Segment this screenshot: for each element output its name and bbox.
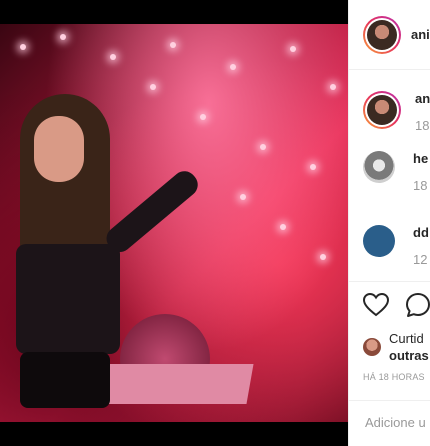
- comment-item: dd 12: [363, 225, 429, 267]
- avatar: [367, 95, 397, 125]
- black-top: [16, 244, 120, 354]
- comment-username[interactable]: dd: [413, 225, 429, 240]
- story-ring[interactable]: [363, 91, 401, 129]
- woman-figure: [10, 94, 203, 422]
- avatar[interactable]: [363, 151, 395, 183]
- instagram-post-modal: ani an 18 he 18 dd 12 Curtid outras HÁ 1…: [0, 0, 430, 446]
- comments-list: an 18 he 18 dd 12: [349, 71, 430, 281]
- post-photo[interactable]: [0, 24, 348, 422]
- add-comment-input[interactable]: Adicione u: [349, 400, 430, 446]
- heart-icon[interactable]: [362, 292, 390, 322]
- post-actions: Curtid outras HÁ 18 HORAS: [349, 281, 430, 382]
- comment-username[interactable]: he: [413, 151, 428, 166]
- post-header: ani: [349, 0, 430, 70]
- likes-line-2[interactable]: outras: [389, 348, 429, 363]
- comment-item: an 18: [363, 91, 430, 133]
- comment-username[interactable]: an: [415, 91, 430, 106]
- comment-time: 18: [415, 118, 430, 133]
- black-shorts: [20, 352, 110, 408]
- avatar[interactable]: [363, 225, 395, 257]
- likes-line-1: Curtid: [389, 331, 424, 346]
- comment-item: he 18: [363, 151, 428, 193]
- story-ring[interactable]: [363, 15, 401, 54]
- likes-summary: Curtid outras: [363, 330, 430, 364]
- comment-time: 12: [413, 252, 428, 267]
- post-username[interactable]: ani: [411, 27, 430, 42]
- post-side-panel: ani an 18 he 18 dd 12 Curtid outras HÁ 1…: [348, 0, 430, 446]
- comment-time: 18: [413, 178, 428, 193]
- comment-icon[interactable]: [405, 292, 430, 323]
- post-timestamp[interactable]: HÁ 18 HORAS: [363, 372, 430, 382]
- avatar[interactable]: [363, 338, 381, 356]
- face: [34, 116, 84, 182]
- avatar: [367, 19, 397, 50]
